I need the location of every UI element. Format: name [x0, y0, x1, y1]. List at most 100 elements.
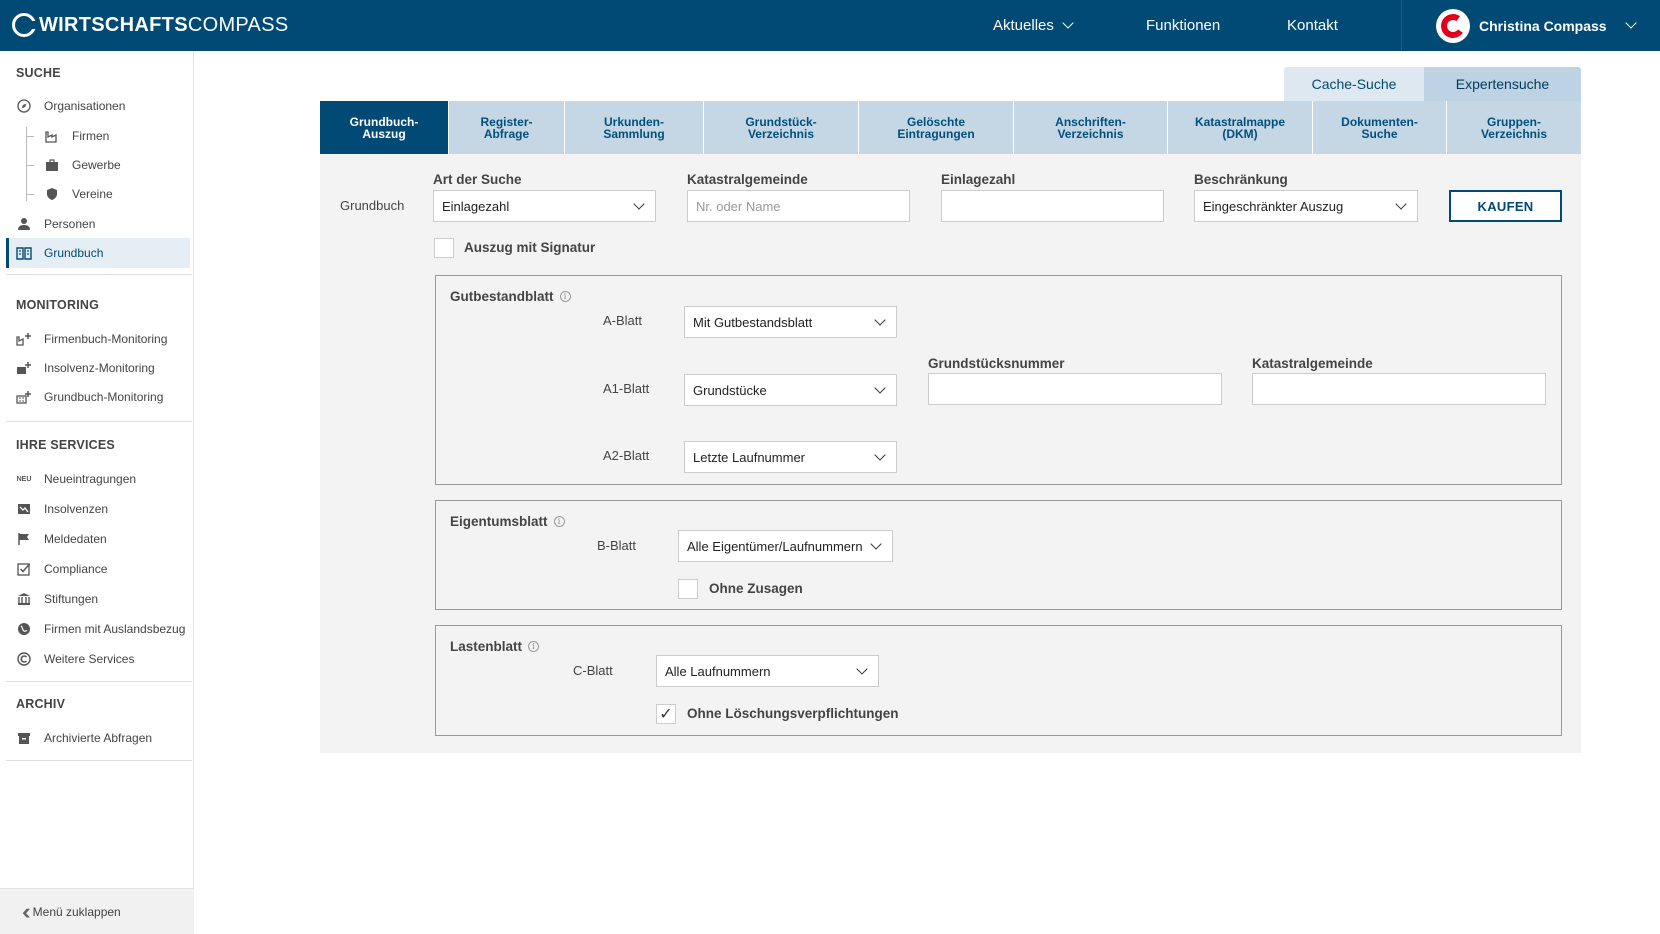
sidebar-item-compliance[interactable]: Compliance — [6, 554, 190, 584]
a2-blatt-select[interactable]: Letzte Laufnummer — [684, 441, 897, 473]
sidebar-item-auslandsbezug[interactable]: Firmen mit Auslandsbezug — [6, 614, 190, 644]
a2-blatt-label: A2-Blatt — [603, 448, 650, 463]
tab-geloeschte-eintragungen[interactable]: Gelöschte Eintragungen — [859, 101, 1014, 154]
a1-blatt-select[interactable]: Grundstücke — [684, 374, 897, 406]
wirtschaftscompass-logo[interactable]: WIRTSCHAFTS COMPASS — [12, 13, 288, 37]
sidebar-item-label: Firmen — [72, 129, 110, 143]
tab-line2: Verzeichnis — [1480, 126, 1548, 141]
tab-line2: (DKM) — [1222, 126, 1258, 141]
nav-kontakt-label: Kontakt — [1287, 17, 1338, 34]
sidebar-item-archivierte-abfragen[interactable]: Archivierte Abfragen — [6, 723, 190, 753]
tab-gruppen-verzeichnis[interactable]: Gruppen- Verzeichnis — [1447, 101, 1581, 154]
sidebar-heading-services: IHRE SERVICES — [16, 438, 115, 452]
lastenblatt-group: Lastenblatt i C-Blatt Alle Laufnummern ✓… — [435, 625, 1562, 736]
sidebar-item-label: Archivierte Abfragen — [44, 731, 153, 745]
c-blatt-label: C-Blatt — [573, 663, 613, 678]
select-value: Mit Gutbestandsblatt — [693, 314, 813, 330]
sidebar-item-firmen[interactable]: Firmen — [6, 121, 190, 151]
info-icon[interactable]: i — [553, 516, 565, 527]
tab-anschriften-verzeichnis[interactable]: Anschriften- Verzeichnis — [1014, 101, 1168, 154]
grundbuch-row-label: Grundbuch — [340, 198, 405, 213]
sidebar-item-insolvenzen[interactable]: Insolvenzen — [6, 494, 190, 524]
sidebar-item-gewerbe[interactable]: Gewerbe — [6, 150, 190, 180]
grundbuch-tabbar: Grundbuch- Auszug Register- Abfrage Urkund… — [320, 101, 1581, 154]
collapse-menu-button[interactable]: ‹‹ Menü zuklappen — [0, 888, 194, 934]
sidebar-item-neueintragungen[interactable]: NEU Neueintragungen — [6, 464, 190, 494]
sidebar-item-grundbuch-monitoring[interactable]: Grundbuch-Monitoring — [6, 382, 190, 412]
sidebar-item-stiftungen[interactable]: Stiftungen — [6, 584, 190, 614]
grundstuecksnummer-input[interactable] — [928, 373, 1222, 405]
sidebar-item-label: Grundbuch-Monitoring — [44, 390, 164, 404]
tab-register-abfrage[interactable]: Register- Abfrage — [449, 101, 565, 154]
sidebar-item-label: Grundbuch — [44, 246, 104, 260]
katastralgemeinde-input[interactable]: Nr. oder Name — [687, 190, 910, 222]
compass-logo-icon — [12, 13, 37, 37]
tab-expertensuche[interactable]: Expertensuche — [1424, 67, 1581, 101]
nav-aktuelles-label: Aktuelles — [993, 17, 1054, 34]
sidebar-item-label: Personen — [44, 217, 96, 231]
ohne-loeschungsverpflichtungen-checkbox[interactable]: ✓ — [656, 704, 676, 724]
sidebar-item-firmenbuch-monitoring[interactable]: Firmenbuch-Monitoring — [6, 324, 190, 354]
katastralgemeinde-a1-input[interactable] — [1252, 373, 1546, 405]
sidebar-divider — [6, 760, 192, 761]
search-mode-tabs: Cache-Suche Expertensuche — [1284, 67, 1581, 101]
book-icon — [16, 245, 32, 261]
auszug-mit-signatur-checkbox[interactable] — [434, 238, 454, 258]
tab-grundbuch-auszug[interactable]: Grundbuch- Auszug — [320, 101, 449, 154]
sidebar-item-meldedaten[interactable]: Meldedaten — [6, 524, 190, 554]
sidebar-item-label: Gewerbe — [72, 158, 121, 172]
sidebar-item-weitere-services[interactable]: Weitere Services — [6, 644, 190, 674]
sidebar-item-label: Weitere Services — [44, 652, 135, 666]
b-blatt-label: B-Blatt — [597, 538, 637, 553]
sidebar-item-vereine[interactable]: Vereine — [6, 179, 190, 209]
tab-line2: Eintragungen — [897, 126, 975, 141]
sidebar-item-grundbuch[interactable]: Grundbuch — [6, 238, 190, 268]
tab-line2: Verzeichnis — [747, 126, 815, 141]
sidebar-heading-monitoring: MONITORING — [16, 298, 100, 312]
b-blatt-select[interactable]: Alle Eigentümer/Laufnummern — [678, 530, 893, 562]
building-plus-icon — [16, 389, 32, 405]
tab-katastralmappe[interactable]: Katastralmappe (DKM) — [1168, 101, 1313, 154]
c-blatt-select[interactable]: Alle Laufnummern — [656, 655, 879, 687]
chevron-down-icon — [1062, 16, 1074, 29]
a-blatt-select[interactable]: Mit Gutbestandsblatt — [684, 306, 897, 338]
badge-icon — [44, 186, 60, 202]
sidebar-heading-suche: SUCHE — [16, 66, 61, 80]
tab-line2: Verzeichnis — [1057, 126, 1124, 141]
user-menu[interactable]: Christina Compass — [1401, 0, 1660, 51]
sidebar-divider — [6, 274, 192, 275]
info-icon[interactable]: i — [559, 291, 571, 302]
einlagezahl-input[interactable] — [941, 190, 1164, 222]
ohne-zusagen-checkbox[interactable] — [678, 579, 698, 599]
ohne-zusagen-label: Ohne Zusagen — [709, 581, 803, 596]
chart-plus-icon — [16, 360, 32, 376]
nav-aktuelles[interactable]: Aktuelles — [993, 0, 1074, 51]
tab-urkunden-sammlung[interactable]: Urkunden- Sammlung — [565, 101, 704, 154]
chart-down-icon — [16, 501, 32, 517]
tab-cache-suche[interactable]: Cache-Suche — [1284, 67, 1424, 101]
avatar — [1436, 8, 1470, 43]
select-value: Letzte Laufnummer — [693, 449, 806, 465]
chevron-down-icon — [856, 663, 868, 675]
collapse-menu-label: Menü zuklappen — [32, 904, 121, 919]
archive-icon — [16, 730, 32, 746]
info-icon[interactable]: i — [528, 641, 540, 652]
beschraenkung-select[interactable]: Eingeschränkter Auszug — [1194, 190, 1418, 222]
person-icon — [16, 216, 32, 232]
tab-dokumenten-suche[interactable]: Dokumenten- Suche — [1313, 101, 1447, 154]
sidebar-item-personen[interactable]: Personen — [6, 209, 190, 239]
nav-funktionen[interactable]: Funktionen — [1146, 0, 1220, 51]
eigentumsblatt-group: Eigentumsblatt i B-Blatt Alle Eigentümer… — [435, 500, 1562, 610]
art-der-suche-label: Art der Suche — [433, 172, 522, 187]
select-value: Alle Laufnummern — [665, 663, 771, 679]
sidebar-item-organisationen[interactable]: Organisationen — [6, 91, 190, 121]
grundbuch-form-panel: Grundbuch Art der Suche Einlagezahl Kata… — [320, 154, 1581, 753]
katastralgemeinde-a1-label: Katastralgemeinde — [1252, 356, 1373, 371]
sidebar-item-insolvenz-monitoring[interactable]: Insolvenz-Monitoring — [6, 353, 190, 383]
nav-kontakt[interactable]: Kontakt — [1287, 0, 1338, 51]
kaufen-button[interactable]: KAUFEN — [1449, 190, 1562, 222]
art-der-suche-select[interactable]: Einlagezahl — [433, 190, 656, 222]
globe-icon — [16, 621, 32, 637]
select-value: Grundstücke — [693, 382, 767, 398]
tab-grundstueck-verzeichnis[interactable]: Grundstück- Verzeichnis — [704, 101, 859, 154]
